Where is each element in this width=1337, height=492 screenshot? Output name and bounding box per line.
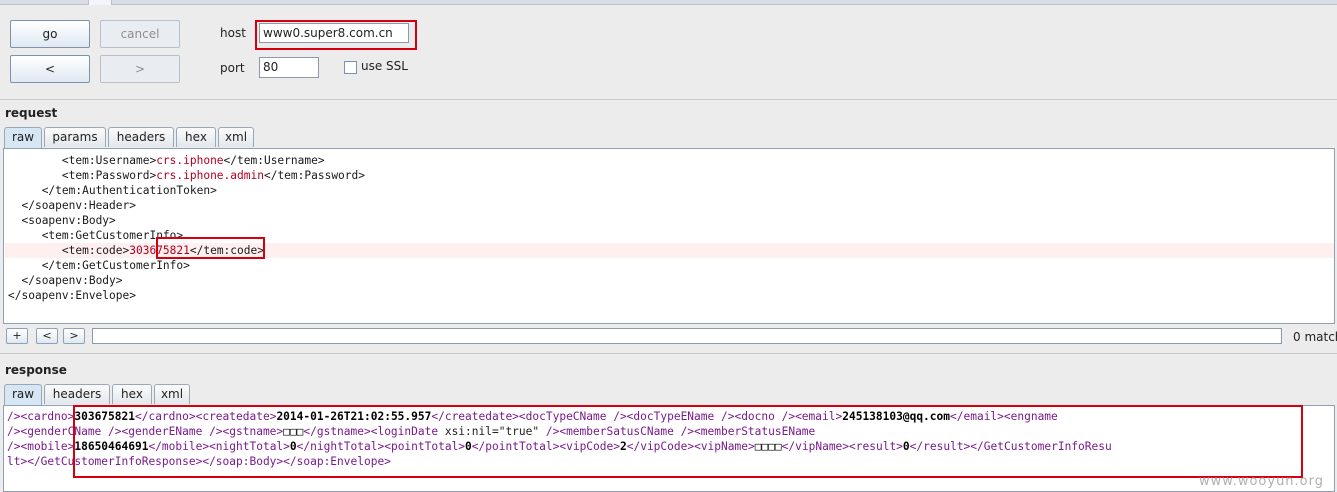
request-tab-xml[interactable]: xml: [218, 127, 254, 147]
use-ssl-checkbox[interactable]: [344, 61, 357, 74]
request-tag: <tem:Username>: [61, 154, 157, 167]
response-tag: lt></GetCustomerInfoResponse></soap:Body…: [7, 455, 391, 468]
request-value: crs.iphone.admin: [156, 169, 264, 182]
request-code[interactable]: <tem:Username>crs.iphone</tem:Username> …: [8, 153, 365, 303]
request-tag: <soapenv:Body>: [21, 214, 116, 227]
port-input[interactable]: 80: [259, 57, 319, 78]
response-tag: </cardno><createdate>: [134, 410, 277, 423]
response-editor[interactable]: /><cardno>303675821</cardno><createdate>…: [3, 405, 1335, 492]
request-code-line: </tem:GetCustomerInfo>: [8, 258, 365, 273]
response-tab-hex[interactable]: hex: [112, 384, 152, 404]
request-tag: <tem:code>: [61, 244, 130, 257]
request-code-line: <tem:Username>crs.iphone</tem:Username>: [8, 153, 365, 168]
request-tag: </soapenv:Header>: [21, 199, 136, 212]
response-title: response: [5, 363, 67, 377]
request-value: crs.iphone: [156, 154, 224, 167]
response-value: 0: [902, 440, 910, 453]
request-tag: </soapenv:Envelope>: [8, 289, 136, 302]
response-value: 18650464691: [74, 440, 149, 453]
search-next-button[interactable]: >: [63, 328, 85, 344]
response-value: 303675821: [74, 410, 135, 423]
response-tag: </nightTotal><pointTotal>: [296, 440, 466, 453]
response-value: 245138103@qq.com: [842, 410, 951, 423]
request-separator: [0, 353, 1337, 354]
request-tag: <tem:GetCustomerInfo>: [41, 229, 184, 242]
host-label: host: [220, 26, 246, 40]
request-code-line: <tem:Password>crs.iphone.admin</tem:Pass…: [8, 168, 365, 183]
cancel-button[interactable]: cancel: [100, 20, 180, 48]
request-code-line: </soapenv:Header>: [8, 198, 365, 213]
request-tab-headers[interactable]: headers: [108, 127, 174, 147]
response-tag: /><cardno>: [7, 410, 75, 423]
response-tag: </createdate><docTypeCName /><docTypeENa…: [431, 410, 843, 423]
response-tab-raw[interactable]: raw: [4, 384, 42, 405]
response-value: 2014-01-26T21:02:55.957: [276, 410, 432, 423]
top-tab-strip: [0, 0, 1337, 5]
use-ssl-label: use SSL: [361, 59, 408, 73]
top-tab-active[interactable]: [88, 0, 112, 5]
search-prev-button[interactable]: <: [36, 328, 58, 344]
response-value: □□□□: [754, 440, 782, 453]
response-tag: </result></GetCustomerInfoResu: [909, 440, 1112, 453]
request-code-line: </tem:AuthenticationToken>: [8, 183, 365, 198]
response-tag: /><memberSatusCName /><memberStatusEName: [539, 425, 816, 438]
response-tag: </vipName><result>: [781, 440, 903, 453]
response-tag: </vipCode><vipName>: [626, 440, 755, 453]
request-tag: </tem:AuthenticationToken>: [41, 184, 217, 197]
request-tag: </tem:Password>: [263, 169, 366, 182]
request-tag: </tem:GetCustomerInfo>: [41, 259, 190, 272]
response-tag: /><genderCName /><genderEName /><gstname…: [7, 425, 284, 438]
request-tab-raw[interactable]: raw: [4, 127, 42, 148]
request-tag: </soapenv:Body>: [21, 274, 123, 287]
watermark: www.wooyun.org: [1199, 474, 1325, 489]
go-button[interactable]: go: [10, 20, 90, 48]
host-input[interactable]: www0.super8.com.cn: [259, 23, 409, 43]
request-code-line: </soapenv:Body>: [8, 273, 365, 288]
request-tag: </tem:code>: [189, 244, 264, 257]
request-code-line: <tem:GetCustomerInfo>: [8, 228, 365, 243]
search-input[interactable]: [92, 328, 1282, 344]
request-code-line: <soapenv:Body>: [8, 213, 365, 228]
response-code-line: /><cardno>303675821</cardno><createdate>…: [7, 409, 1112, 424]
response-code[interactable]: /><cardno>303675821</cardno><createdate>…: [7, 409, 1112, 469]
search-add-button[interactable]: +: [6, 328, 28, 344]
response-code-line: lt></GetCustomerInfoResponse></soap:Body…: [7, 454, 1112, 469]
response-tag: </mobile><nightTotal>: [148, 440, 290, 453]
request-tab-params[interactable]: params: [44, 127, 106, 147]
response-value: 2: [619, 440, 627, 453]
response-code-line: /><mobile>18650464691</mobile><nightTota…: [7, 439, 1112, 454]
forward-button[interactable]: >: [100, 55, 180, 83]
match-count: 0 match: [1293, 330, 1337, 344]
request-tag: </tem:Username>: [223, 154, 325, 167]
response-tag: </email><engname: [950, 410, 1058, 423]
response-tag: /><mobile>: [7, 440, 75, 453]
response-code-line: /><genderCName /><genderEName /><gstname…: [7, 424, 1112, 439]
response-tab-headers[interactable]: headers: [44, 384, 110, 404]
response-tab-xml[interactable]: xml: [154, 384, 190, 404]
request-title: request: [5, 106, 58, 120]
response-tag: xsi:nil="true": [444, 425, 540, 438]
back-button[interactable]: <: [10, 55, 90, 83]
request-tab-hex[interactable]: hex: [176, 127, 216, 147]
target-separator: [0, 99, 1337, 100]
request-code-line: <tem:code>303675821</tem:code>: [8, 243, 365, 258]
request-tag: <tem:Password>: [61, 169, 157, 182]
request-code-line: </soapenv:Envelope>: [8, 288, 365, 303]
response-tag: </gstname><loginDate: [303, 425, 445, 438]
response-value: 0: [289, 440, 297, 453]
response-value: 0: [465, 440, 472, 453]
response-tag: </pointTotal><vipCode>: [471, 440, 620, 453]
request-value: 303675821: [129, 244, 190, 257]
request-editor[interactable]: <tem:Username>crs.iphone</tem:Username> …: [3, 148, 1335, 324]
response-value: □□□: [283, 425, 304, 438]
port-label: port: [220, 61, 245, 75]
